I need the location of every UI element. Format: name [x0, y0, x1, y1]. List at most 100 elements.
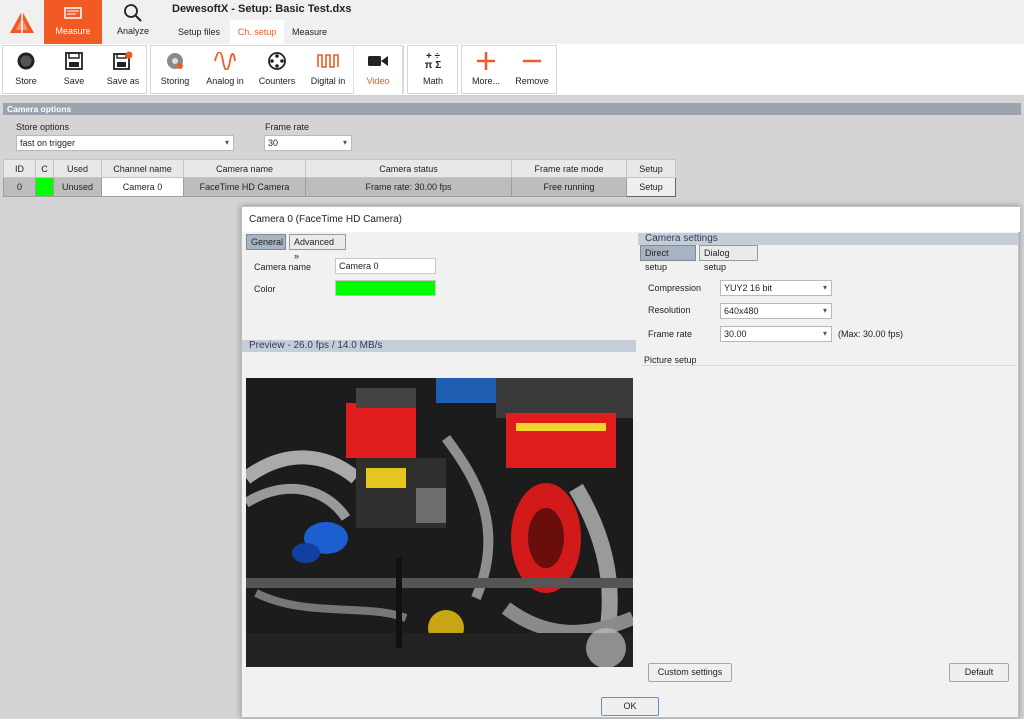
remove-button[interactable]: Remove — [510, 46, 554, 94]
chevron-down-icon: ▾ — [822, 329, 827, 338]
counters-label: Counters — [258, 76, 296, 86]
store-button[interactable]: Store — [5, 46, 47, 94]
setup-button[interactable]: Setup — [626, 177, 676, 197]
channels-group: Storing Analog in Counters Digital in Vi… — [150, 45, 404, 94]
more-button[interactable]: More... — [464, 46, 508, 94]
dialog-frame-rate-select[interactable]: 30.00 ▾ — [720, 326, 832, 342]
save-label: Save — [63, 76, 85, 86]
camera-setup-dialog: Camera 0 (FaceTime HD Camera) General Ad… — [241, 206, 1020, 718]
plus-icon — [477, 52, 495, 70]
cell-color-swatch[interactable] — [35, 177, 54, 197]
channel-table: ID C Used Channel name Camera name Camer… — [3, 159, 676, 197]
dialog-frame-rate-label: Frame rate — [648, 329, 693, 339]
camera-preview-image — [246, 378, 633, 667]
storing-icon — [167, 53, 183, 69]
cell-camera-name: FaceTime HD Camera — [183, 177, 306, 197]
col-setup[interactable]: Setup — [626, 159, 676, 178]
store-options-select[interactable]: fast on trigger ▾ — [16, 135, 234, 151]
compression-label: Compression — [648, 283, 702, 293]
col-used[interactable]: Used — [53, 159, 102, 178]
analog-in-button[interactable]: Analog in — [201, 46, 249, 94]
default-button[interactable]: Default — [949, 663, 1009, 682]
sine-wave-icon — [214, 52, 236, 70]
resolution-value: 640x480 — [724, 306, 759, 316]
dialog-title: Camera 0 (FaceTime HD Camera) — [242, 207, 1020, 232]
save-icon — [65, 52, 83, 70]
save-as-icon — [113, 51, 133, 70]
file-group: Store Save Save as — [2, 45, 147, 94]
math-label: Math — [422, 76, 443, 86]
mode-measure-label: Measure — [55, 26, 91, 36]
counters-button[interactable]: Counters — [253, 46, 301, 94]
ok-button[interactable]: OK — [601, 697, 659, 716]
record-icon — [17, 52, 35, 70]
cell-used[interactable]: Unused — [53, 177, 102, 197]
preview-header: Preview - 26.0 fps / 14.0 MB/s — [242, 340, 636, 352]
mode-analyze-label: Analyze — [116, 26, 150, 36]
video-camera-icon — [368, 56, 388, 66]
tab-general[interactable]: General — [246, 234, 286, 250]
col-color[interactable]: C — [35, 159, 54, 178]
compression-value: YUY2 16 bit — [724, 283, 773, 293]
analog-in-label: Analog in — [206, 76, 244, 86]
counter-gear-icon — [268, 52, 286, 70]
col-camera-name[interactable]: Camera name — [183, 159, 306, 178]
minus-icon — [523, 59, 541, 63]
digital-signal-icon — [317, 54, 339, 68]
storing-label: Storing — [160, 76, 190, 86]
tab-direct-setup[interactable]: Direct setup — [640, 245, 696, 272]
frame-rate-select[interactable]: 30 ▾ — [264, 135, 352, 151]
dewesoft-logo-icon — [10, 11, 34, 33]
max-frame-rate-note: (Max: 30.00 fps) — [838, 329, 904, 339]
resolution-select[interactable]: 640x480 ▾ — [720, 303, 832, 319]
save-button[interactable]: Save — [53, 46, 95, 94]
dewesoft-logo[interactable] — [0, 0, 44, 44]
col-frame-rate-mode[interactable]: Frame rate mode — [511, 159, 627, 178]
chevron-down-icon: ▾ — [342, 138, 347, 147]
title-bar: Measure Analyze DewesoftX - Setup: Basic… — [0, 0, 1024, 44]
tab-ch-setup[interactable]: Ch. setup — [230, 20, 284, 44]
math-button[interactable]: + ÷ π Σ Math — [410, 46, 456, 94]
col-camera-status[interactable]: Camera status — [305, 159, 512, 178]
toolbar: Store Save Save as Storing Analog in Cou… — [0, 44, 1024, 96]
cell-id: 0 — [3, 177, 36, 197]
compression-select[interactable]: YUY2 16 bit ▾ — [720, 280, 832, 296]
col-id[interactable]: ID — [3, 159, 36, 178]
store-options-value: fast on trigger — [20, 138, 76, 148]
app-title: DewesoftX - Setup: Basic Test.dxs — [172, 3, 352, 15]
mode-analyze-button[interactable]: Analyze — [104, 0, 162, 44]
table-row[interactable]: 0 Unused Camera 0 FaceTime HD Camera Fra… — [3, 177, 676, 197]
frame-rate-value: 30 — [268, 138, 279, 148]
camera-name-input[interactable]: Camera 0 — [335, 258, 436, 274]
digital-in-button[interactable]: Digital in — [305, 46, 351, 94]
camera-settings-header: Camera settings — [638, 233, 1018, 245]
engine-photo — [246, 378, 633, 667]
math-group: + ÷ π Σ Math — [407, 45, 458, 94]
table-header-row: ID C Used Channel name Camera name Camer… — [3, 159, 676, 178]
measure-icon — [64, 7, 82, 19]
cell-channel-name[interactable]: Camera 0 — [101, 177, 184, 197]
store-label: Store — [15, 76, 37, 86]
custom-settings-button[interactable]: Custom settings — [648, 663, 732, 682]
frame-rate-label: Frame rate — [265, 122, 310, 132]
col-channel-name[interactable]: Channel name — [101, 159, 184, 178]
tab-measure[interactable]: Measure — [286, 20, 333, 44]
video-label: Video — [366, 76, 390, 86]
color-picker[interactable] — [335, 280, 436, 296]
cell-frame-rate-mode[interactable]: Free running — [511, 177, 627, 197]
resolution-label: Resolution — [648, 305, 691, 315]
tab-advanced[interactable]: Advanced » — [289, 234, 346, 261]
save-as-button[interactable]: Save as — [101, 46, 145, 94]
camera-options-header: Camera options — [3, 103, 1021, 115]
add-remove-group: More... Remove — [461, 45, 557, 94]
store-options-label: Store options — [16, 122, 70, 132]
chevron-down-icon: ▾ — [224, 138, 229, 147]
color-label: Color — [254, 284, 276, 294]
storing-button[interactable]: Storing — [153, 46, 197, 94]
tab-dialog-setup[interactable]: Dialog setup — [699, 245, 758, 272]
mode-measure-button[interactable]: Measure — [44, 0, 102, 44]
digital-in-label: Digital in — [310, 76, 346, 86]
video-button[interactable]: Video — [353, 46, 403, 94]
save-as-label: Save as — [106, 76, 140, 86]
tab-setup-files[interactable]: Setup files — [172, 20, 226, 44]
